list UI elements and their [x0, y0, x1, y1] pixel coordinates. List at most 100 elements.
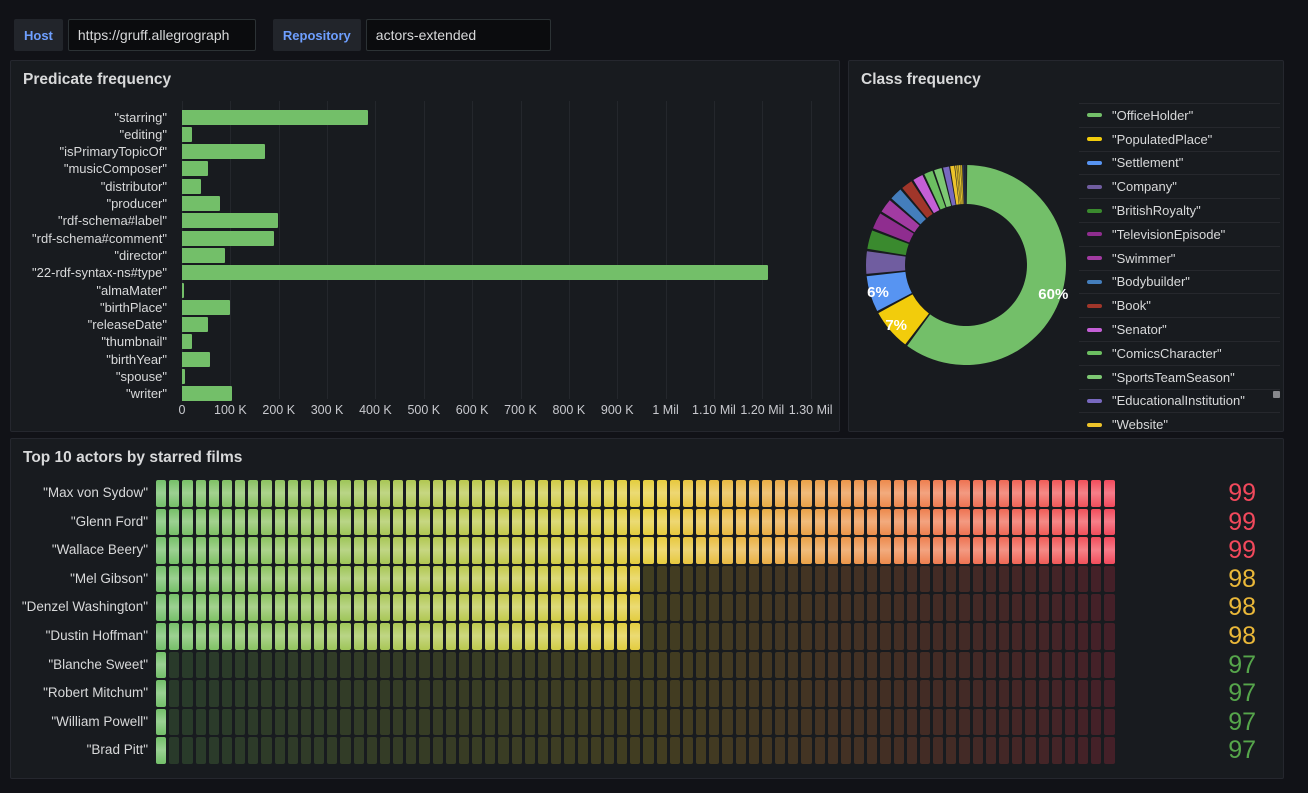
gauge-cell	[946, 737, 956, 764]
gauge-row[interactable]: "Mel Gibson"98	[11, 566, 1283, 593]
y-axis-category-label: "distributor"	[11, 178, 167, 195]
gauge-cell	[946, 652, 956, 679]
gauge-row[interactable]: "Blanche Sweet"97	[11, 652, 1283, 679]
gauge-row[interactable]: "Brad Pitt"97	[11, 737, 1283, 764]
predicate-bar[interactable]	[182, 283, 184, 298]
gauge-cell	[933, 594, 943, 621]
predicate-bar[interactable]	[182, 248, 225, 263]
legend-item[interactable]: "Swimmer"	[1079, 246, 1280, 270]
gauge-cell	[498, 509, 508, 536]
gauge-row[interactable]: "Glenn Ford"99	[11, 509, 1283, 536]
gauge-cell	[196, 652, 206, 679]
gauge-cell	[722, 709, 732, 736]
gauge-cell	[261, 566, 271, 593]
donut-percent-label: 7%	[885, 317, 907, 334]
repository-input[interactable]	[366, 19, 551, 51]
gauge-cell	[406, 623, 416, 650]
legend-item[interactable]: "ComicsCharacter"	[1079, 341, 1280, 365]
panel-title-actors[interactable]: Top 10 actors by starred films	[11, 439, 1283, 467]
predicate-bar[interactable]	[182, 386, 232, 401]
gauge-cell	[591, 594, 601, 621]
legend-item[interactable]: "Bodybuilder"	[1079, 270, 1280, 294]
gauge-cell	[209, 509, 219, 536]
gauge-cell	[604, 509, 614, 536]
gauge-cell	[973, 594, 983, 621]
donut-slice[interactable]	[866, 251, 906, 274]
predicate-bar[interactable]	[182, 352, 210, 367]
gauge-cell	[459, 537, 469, 564]
legend-item[interactable]: "Senator"	[1079, 317, 1280, 341]
predicate-bar[interactable]	[182, 127, 192, 142]
legend-item[interactable]: "Website"	[1079, 412, 1280, 431]
gauge-row[interactable]: "Dustin Hoffman"98	[11, 623, 1283, 650]
gauge-row[interactable]: "William Powell"97	[11, 709, 1283, 736]
gauge-cell	[999, 509, 1009, 536]
predicate-bar[interactable]	[182, 213, 278, 228]
predicate-bar[interactable]	[182, 196, 220, 211]
legend-item[interactable]: "Settlement"	[1079, 151, 1280, 175]
panel-title-class[interactable]: Class frequency	[849, 61, 1283, 89]
gauge-cell	[722, 537, 732, 564]
legend-item[interactable]: "PopulatedPlace"	[1079, 127, 1280, 151]
donut-percent-label: 6%	[867, 284, 889, 301]
gauge-cell	[736, 509, 746, 536]
legend-item[interactable]: "Company"	[1079, 174, 1280, 198]
gauge-cell	[657, 680, 667, 707]
gauge-cell	[433, 652, 443, 679]
gauge-cell	[551, 566, 561, 593]
gauge-cell	[880, 566, 890, 593]
gauge-row[interactable]: "Robert Mitchum"97	[11, 680, 1283, 707]
gauge-row[interactable]: "Max von Sydow"99	[11, 480, 1283, 507]
predicate-bar[interactable]	[182, 231, 274, 246]
x-axis-tick-label: 0	[179, 403, 186, 417]
gauge-cell	[749, 537, 759, 564]
gauge-cell	[472, 566, 482, 593]
y-axis-category-label: "spouse"	[11, 368, 167, 385]
gauge-cell	[999, 680, 1009, 707]
gauge-cell	[1039, 509, 1049, 536]
legend-item[interactable]: "EducationalInstitution"	[1079, 389, 1280, 413]
predicate-bar[interactable]	[182, 265, 768, 280]
panel-title-predicate[interactable]: Predicate frequency	[11, 61, 839, 89]
legend-item[interactable]: "BritishRoyalty"	[1079, 198, 1280, 222]
legend-scroll-indicator[interactable]	[1273, 391, 1280, 398]
gauge-cell	[1025, 737, 1035, 764]
gauge-cell	[946, 566, 956, 593]
gauge-cell	[1065, 623, 1075, 650]
gauge-cell	[880, 623, 890, 650]
gauge-cell	[459, 652, 469, 679]
gauge-cells	[156, 737, 1114, 764]
gauge-cell	[841, 680, 851, 707]
gauge-row[interactable]: "Wallace Beery"99	[11, 537, 1283, 564]
legend-item[interactable]: "Book"	[1079, 293, 1280, 317]
gauge-cell	[419, 537, 429, 564]
gauge-cell	[854, 509, 864, 536]
predicate-bar[interactable]	[182, 334, 192, 349]
gauge-cell	[367, 537, 377, 564]
gauge-cell	[275, 594, 285, 621]
predicate-bar[interactable]	[182, 317, 208, 332]
legend-item[interactable]: "TelevisionEpisode"	[1079, 222, 1280, 246]
predicate-bar[interactable]	[182, 161, 208, 176]
gauge-cell	[959, 737, 969, 764]
gauge-cell	[828, 537, 838, 564]
gauge-cell	[920, 680, 930, 707]
gauge-cell	[248, 652, 258, 679]
predicate-bar[interactable]	[182, 300, 230, 315]
gauge-cell	[525, 480, 535, 507]
gauge-cell	[275, 480, 285, 507]
predicate-bar[interactable]	[182, 144, 265, 159]
gauge-cell	[446, 680, 456, 707]
predicate-bar[interactable]	[182, 110, 368, 125]
gauge-cell	[340, 566, 350, 593]
legend-item[interactable]: "OfficeHolder"	[1079, 103, 1280, 127]
gauge-cell	[525, 709, 535, 736]
gauge-cell	[196, 509, 206, 536]
legend-item[interactable]: "SportsTeamSeason"	[1079, 365, 1280, 389]
host-input[interactable]	[68, 19, 256, 51]
predicate-bar[interactable]	[182, 179, 201, 194]
predicate-bar[interactable]	[182, 369, 185, 384]
gauge-cell	[446, 594, 456, 621]
y-axis-category-label: "editing"	[11, 126, 167, 143]
gauge-row[interactable]: "Denzel Washington"98	[11, 594, 1283, 621]
